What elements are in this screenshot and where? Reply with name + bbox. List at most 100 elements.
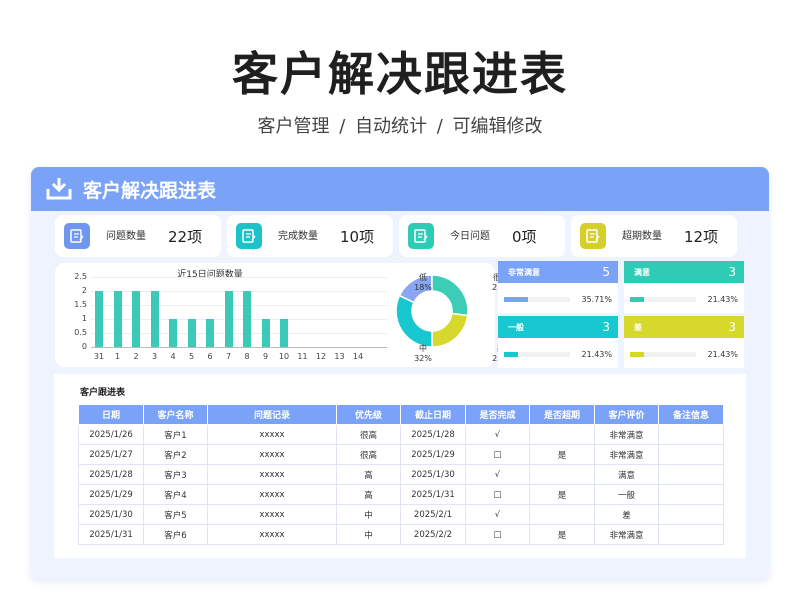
table-cell[interactable] xyxy=(529,424,595,445)
table-cell[interactable]: √ xyxy=(465,504,530,525)
stat-label: 今日问题 xyxy=(450,230,490,242)
table-cell[interactable]: 2025/1/30 xyxy=(400,464,466,485)
y-tick-label: 2 xyxy=(81,286,87,295)
bar xyxy=(206,319,214,347)
column-header[interactable]: 问题记录 xyxy=(207,404,337,425)
table-cell[interactable]: 2025/2/2 xyxy=(400,524,466,545)
table-cell[interactable]: 2025/1/30 xyxy=(78,504,144,525)
table-cell[interactable]: 是 xyxy=(529,444,595,465)
table-cell[interactable]: 2025/1/27 xyxy=(78,444,144,465)
stat-value: 22项 xyxy=(168,227,203,246)
table-cell[interactable]: 2025/1/28 xyxy=(78,464,144,485)
table-cell[interactable]: 客户2 xyxy=(143,444,208,465)
table-cell[interactable] xyxy=(658,444,724,465)
table-cell[interactable]: 是 xyxy=(529,524,595,545)
column-header[interactable]: 是否超期 xyxy=(529,404,595,425)
table-cell[interactable]: xxxxx xyxy=(207,504,337,525)
table-cell[interactable] xyxy=(658,504,724,525)
progress-track xyxy=(504,351,571,357)
card-header: 客户解决跟进表 xyxy=(31,167,769,211)
download-tray-icon xyxy=(45,176,73,202)
progress-fill xyxy=(630,296,645,302)
pie-slice xyxy=(395,294,433,348)
table-cell[interactable]: √ xyxy=(465,464,530,485)
progress-track xyxy=(504,296,571,302)
table-cell[interactable]: 2025/1/29 xyxy=(78,484,144,505)
column-header[interactable]: 截止日期 xyxy=(400,404,466,425)
column-header[interactable]: 备注信息 xyxy=(658,404,724,425)
table-row[interactable]: 2025/1/28 客户3 xxxxx 高 2025/1/30 √ 满意 xyxy=(78,464,724,485)
x-tick-label: 8 xyxy=(244,352,250,361)
bar xyxy=(224,291,233,347)
pie-label: 低 18% xyxy=(414,273,432,292)
table-cell[interactable]: 高 xyxy=(336,464,401,485)
table-cell[interactable]: 2025/1/28 xyxy=(400,424,466,445)
table-cell[interactable]: 2025/2/1 xyxy=(400,504,466,525)
column-header[interactable]: 客户名称 xyxy=(143,404,208,425)
table-cell[interactable]: 很高 xyxy=(336,444,401,465)
table-cell[interactable]: □ xyxy=(465,524,530,545)
table-cell[interactable]: xxxxx xyxy=(207,424,337,445)
table-cell[interactable]: 客户3 xyxy=(143,464,208,485)
table-cell[interactable] xyxy=(658,524,724,545)
table-header-row: 日期 客户名称 问题记录 优先级 截止日期 是否完成 是否超期 客户评价 备注信息 xyxy=(78,404,724,425)
bar xyxy=(150,291,159,347)
table-cell[interactable]: 客户4 xyxy=(143,484,208,505)
table-row[interactable]: 2025/1/26 客户1 xxxxx 很高 2025/1/28 √ 非常满意 xyxy=(78,424,724,445)
y-tick-label: 1 xyxy=(81,314,87,323)
table-cell[interactable]: 2025/1/31 xyxy=(78,524,144,545)
table-cell[interactable]: 客户5 xyxy=(143,504,208,525)
table-cell[interactable]: 非常满意 xyxy=(594,524,659,545)
table-cell[interactable]: xxxxx xyxy=(207,464,337,485)
pie-label: 中 32% xyxy=(414,344,432,363)
y-tick-label: 1.5 xyxy=(74,300,87,309)
table-row[interactable]: 2025/1/27 客户2 xxxxx 很高 2025/1/29 □ 是非常满意 xyxy=(78,444,724,465)
table-cell[interactable]: 2025/1/26 xyxy=(78,424,144,445)
table-cell[interactable] xyxy=(529,464,595,485)
column-header[interactable]: 优先级 xyxy=(336,404,401,425)
table-row[interactable]: 2025/1/29 客户4 xxxxx 高 2025/1/31 □ 是一般 xyxy=(78,484,724,505)
column-header[interactable]: 客户评价 xyxy=(594,404,659,425)
table-cell[interactable]: □ xyxy=(465,444,530,465)
table-cell[interactable]: xxxxx xyxy=(207,444,337,465)
table-cell[interactable]: 中 xyxy=(336,524,401,545)
follow-up-table: 日期 客户名称 问题记录 优先级 截止日期 是否完成 是否超期 客户评价 备注信息 2025/1… xyxy=(78,404,724,545)
table-cell[interactable]: √ xyxy=(465,424,530,445)
bar xyxy=(187,319,196,347)
table-cell[interactable]: 一般 xyxy=(594,484,659,505)
table-cell[interactable]: 非常满意 xyxy=(594,424,659,445)
table-cell[interactable] xyxy=(658,424,724,445)
table-cell[interactable]: 差 xyxy=(594,504,659,525)
table-cell[interactable]: xxxxx xyxy=(207,484,337,505)
eval-name: 一般 xyxy=(508,322,524,332)
eval-name: 非常满意 xyxy=(508,267,540,277)
x-axis-line xyxy=(91,347,387,348)
progress-track xyxy=(630,296,697,302)
table-cell[interactable]: 2025/1/29 xyxy=(400,444,466,465)
eval-name: 满意 xyxy=(634,267,650,277)
table-row[interactable]: 2025/1/30 客户5 xxxxx 中 2025/2/1 √ 差 xyxy=(78,504,724,525)
table-cell[interactable]: 2025/1/31 xyxy=(400,484,466,505)
table-cell[interactable] xyxy=(529,504,595,525)
table-cell[interactable]: 满意 xyxy=(594,464,659,485)
table-cell[interactable]: 高 xyxy=(336,484,401,505)
note-icon xyxy=(580,223,606,249)
table-cell[interactable]: 非常满意 xyxy=(594,444,659,465)
table-cell[interactable]: 很高 xyxy=(336,424,401,445)
table-cell[interactable]: □ xyxy=(465,484,530,505)
table-cell[interactable] xyxy=(658,484,724,505)
table-cell[interactable]: 中 xyxy=(336,504,401,525)
table-cell[interactable]: 是 xyxy=(529,484,595,505)
eval-card-very-satisfied: 非常满意 5 35.71% xyxy=(498,261,618,313)
column-header[interactable]: 是否完成 xyxy=(465,404,530,425)
table-cell[interactable]: 客户1 xyxy=(143,424,208,445)
stat-label: 完成数量 xyxy=(278,230,318,242)
eval-progress: 21.43% xyxy=(630,292,738,306)
table-cell[interactable] xyxy=(658,464,724,485)
eval-header: 满意 3 xyxy=(624,261,744,283)
x-tick-label: 14 xyxy=(352,352,364,361)
table-cell[interactable]: 客户6 xyxy=(143,524,208,545)
table-cell[interactable]: xxxxx xyxy=(207,524,337,545)
column-header[interactable]: 日期 xyxy=(78,404,144,425)
table-row[interactable]: 2025/1/31 客户6 xxxxx 中 2025/2/2 □ 是非常满意 xyxy=(78,524,724,545)
